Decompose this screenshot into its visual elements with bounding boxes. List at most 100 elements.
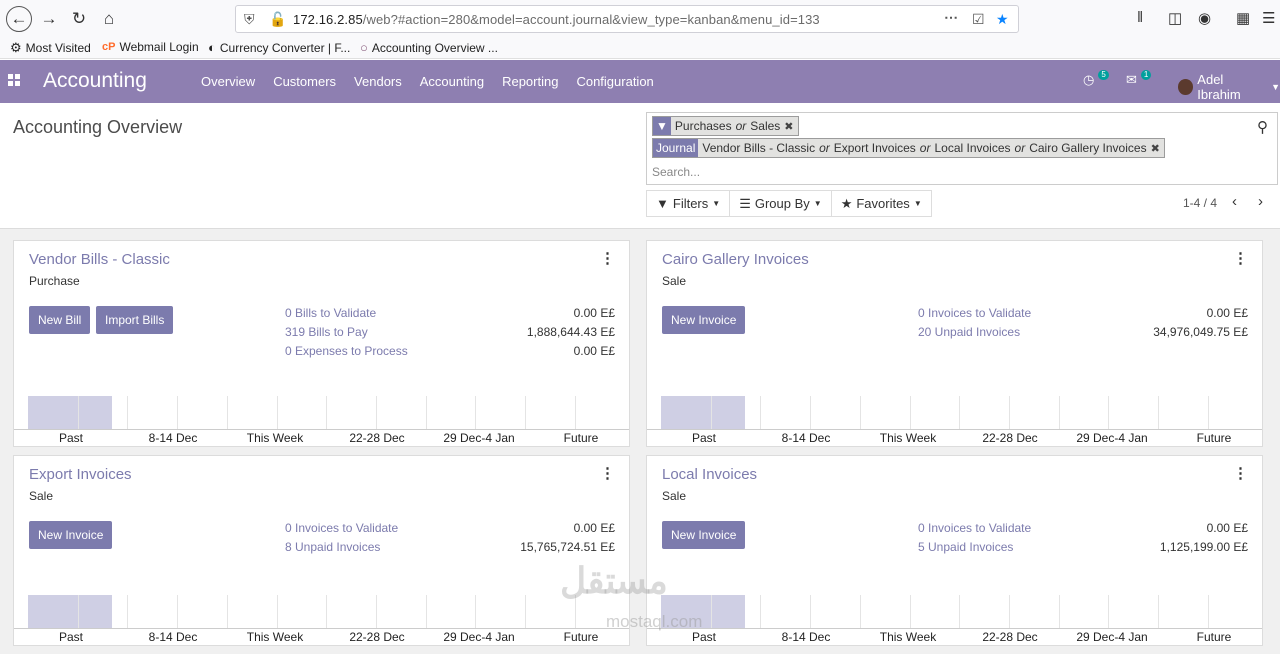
library-icon[interactable]: ‖ [1137, 9, 1143, 26]
summary-row: 0 Bills to Validate 0.00 E£ [285, 306, 615, 325]
journal-card: Cairo Gallery Invoices Sale ⋮ New Invoice 0 … [646, 240, 1263, 447]
summary-link[interactable]: 0 Expenses to Process [285, 344, 408, 358]
graph-gridline [1059, 396, 1060, 430]
search-options: ▼ Filters ▼ ☰ Group By ▼ ★ Favorites ▼ [646, 190, 932, 217]
bookmark-star-icon[interactable]: ★ [996, 11, 1009, 28]
summary-row: 8 Unpaid Invoices 15,765,724.51 E£ [285, 540, 615, 559]
groupby-dropdown[interactable]: ☰ Group By ▼ [730, 191, 832, 216]
search-view[interactable]: ▼ Purchases or Sales ✖ Journal Vendor Bill… [646, 112, 1278, 185]
new-invoice-button[interactable]: New Invoice [662, 306, 746, 334]
facet-value: Export Invoices [833, 141, 916, 155]
bookmark-most-visited[interactable]: ⚙ Most Visited [10, 40, 91, 56]
menu-vendors[interactable]: Vendors [354, 74, 402, 89]
summary-link[interactable]: 0 Bills to Validate [285, 306, 376, 320]
graph-gridline [177, 396, 178, 430]
reload-button[interactable]: ↻ [66, 6, 92, 32]
menu-overview[interactable]: Overview [201, 74, 255, 89]
app-brand[interactable]: Accounting [43, 69, 147, 93]
extensions-icon[interactable]: ▦ [1236, 9, 1250, 27]
filters-dropdown[interactable]: ▼ Filters ▼ [647, 191, 731, 216]
graph-gridline [760, 595, 761, 629]
graph-gridline [711, 396, 712, 430]
graph-axis [647, 628, 1262, 629]
sidebar-icon[interactable]: ◫ [1168, 9, 1182, 27]
home-icon[interactable]: ⌂ [96, 6, 122, 32]
activity-menu[interactable]: ◷ 5 [1083, 70, 1109, 88]
filters-label: Filters [672, 196, 709, 211]
summary-link[interactable]: 319 Bills to Pay [285, 325, 368, 339]
graph-gridline [525, 595, 526, 629]
favorites-label: Favorites [856, 196, 910, 211]
page-actions-icon[interactable]: ⋯ [944, 9, 958, 26]
graph-gridline [1158, 595, 1159, 629]
main-menu: Overview Customers Vendors Accounting Re… [201, 74, 672, 89]
graph-gridline [426, 396, 427, 430]
new-invoice-button[interactable]: New Invoice [662, 521, 746, 549]
pager-value[interactable]: 1-4 / 4 [1183, 196, 1217, 210]
pager-next-icon[interactable]: › [1258, 193, 1263, 210]
graph-gridline [227, 595, 228, 629]
pager-previous-icon[interactable]: ‹ [1232, 193, 1237, 210]
graph-gridline [277, 595, 278, 629]
journal-title[interactable]: Cairo Gallery Invoices [662, 251, 809, 268]
graph-gridline [1108, 396, 1109, 430]
insecure-lock-icon[interactable]: 🔓 [269, 11, 286, 28]
import-bills-button[interactable]: Import Bills [96, 306, 174, 334]
card-menu-icon[interactable]: ⋮ [600, 249, 615, 267]
journal-title[interactable]: Local Invoices [662, 466, 757, 483]
card-menu-icon[interactable]: ⋮ [1233, 464, 1248, 482]
menu-icon[interactable]: ☰ [1262, 9, 1275, 27]
search-facet-journal[interactable]: Journal Vendor Bills - Classic or Export … [652, 138, 1165, 158]
menu-accounting[interactable]: Accounting [420, 74, 484, 89]
back-button[interactable]: ← [6, 6, 32, 32]
summary-row: 20 Unpaid Invoices 34,976,049.75 E£ [918, 325, 1248, 344]
search-icon[interactable]: ⚲ [1257, 118, 1268, 136]
user-menu[interactable]: Adel Ibrahim ▼ [1178, 72, 1280, 102]
summary-link[interactable]: 5 Unpaid Invoices [918, 540, 1013, 554]
card-menu-icon[interactable]: ⋮ [600, 464, 615, 482]
graph-label: 22-28 Dec [982, 431, 1038, 445]
favorites-dropdown[interactable]: ★ Favorites ▼ [832, 191, 931, 216]
messaging-menu[interactable]: ✉ 1 [1126, 70, 1152, 88]
journal-graph: Past 8-14 Dec This Week 22-28 Dec 29 Dec-4 J… [14, 394, 629, 446]
url-text[interactable]: 172.16.2.85/web?#action=280&model=accoun… [293, 12, 820, 27]
summary-amount: 15,765,724.51 E£ [520, 540, 615, 554]
forward-button[interactable]: → [36, 6, 62, 32]
search-input[interactable]: Search... [652, 165, 700, 179]
browser-toolbar: ← → ↻ ⌂ ⛨ 🔓 172.16.2.85/web?#action=280&… [0, 0, 1280, 37]
summary-amount: 0.00 E£ [573, 521, 615, 535]
summary-link[interactable]: 0 Invoices to Validate [918, 306, 1031, 320]
bookmark-accounting[interactable]: ○ Accounting Overview ... [360, 40, 498, 55]
apps-menu-icon[interactable] [8, 74, 20, 86]
summary-link[interactable]: 8 Unpaid Invoices [285, 540, 380, 554]
bookmark-label: Currency Converter | F... [219, 40, 351, 55]
graph-gridline [1158, 396, 1159, 430]
address-bar[interactable]: ⛨ 🔓 172.16.2.85/web?#action=280&model=ac… [235, 5, 1019, 33]
journal-title[interactable]: Vendor Bills - Classic [29, 251, 170, 268]
graph-gridline [910, 595, 911, 629]
new-invoice-button[interactable]: New Invoice [29, 521, 113, 549]
new-bill-button[interactable]: New Bill [29, 306, 91, 334]
shield-icon[interactable]: ⛨ [244, 11, 255, 28]
facet-remove-icon[interactable]: ✖ [784, 117, 797, 135]
account-icon[interactable]: ◉ [1198, 9, 1211, 27]
journal-title[interactable]: Export Invoices [29, 466, 132, 483]
journal-summary: 0 Invoices to Validate 0.00 E£ 20 Unpaid I… [918, 306, 1248, 344]
menu-customers[interactable]: Customers [273, 74, 336, 89]
search-facet-type[interactable]: ▼ Purchases or Sales ✖ [652, 116, 799, 136]
facet-label: Journal [653, 139, 699, 157]
bookmark-currency[interactable]: ◐ Currency Converter | F... [208, 40, 350, 55]
summary-link[interactable]: 20 Unpaid Invoices [918, 325, 1020, 339]
pocket-icon[interactable]: ☑ [972, 11, 985, 28]
menu-reporting[interactable]: Reporting [502, 74, 558, 89]
facet-remove-icon[interactable]: ✖ [1151, 139, 1164, 157]
summary-amount: 1,888,644.43 E£ [526, 325, 615, 339]
star-icon: ★ [840, 195, 853, 211]
summary-link[interactable]: 0 Invoices to Validate [285, 521, 398, 535]
bookmark-webmail[interactable]: cP Webmail Login [102, 40, 199, 54]
summary-link[interactable]: 0 Invoices to Validate [918, 521, 1031, 535]
menu-configuration[interactable]: Configuration [576, 74, 653, 89]
card-menu-icon[interactable]: ⋮ [1233, 249, 1248, 267]
clock-icon: ◷ [1083, 72, 1095, 87]
graph-label: 8-14 Dec [148, 431, 198, 445]
